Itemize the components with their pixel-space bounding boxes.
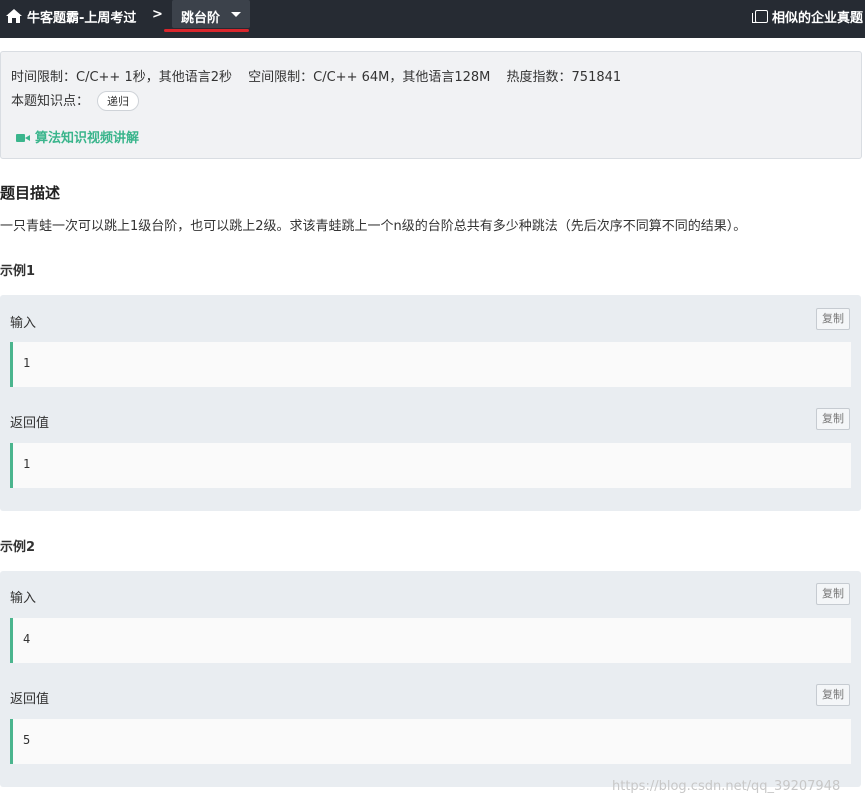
video-camera-icon [16,134,30,142]
chevron-right-icon: > [152,7,163,22]
example-1-panel: 输入 复制 1 返回值 复制 1 [0,295,861,511]
knowledge-points-label: 本题知识点： [11,94,90,109]
space-limit: 空间限制：C/C++ 64M，其他语言128M [248,70,491,85]
example-2-input-block: 4 [10,618,851,663]
example-1-input-block: 1 [10,342,851,387]
copy-button[interactable]: 复制 [816,408,850,430]
copy-button[interactable]: 复制 [816,684,850,706]
similar-questions-link[interactable]: 相似的企业真题 [751,7,863,26]
similar-questions-label: 相似的企业真题 [771,11,863,26]
watermark: https://blog.csdn.net/qq_39207948 [612,779,841,794]
knowledge-tag[interactable]: 递归 [97,91,140,111]
example-2-panel: 输入 复制 4 返回值 复制 5 [0,571,861,787]
video-link-label: 算法知识视频讲解 [35,131,140,146]
copy-button[interactable]: 复制 [816,308,850,330]
example-1-output-label: 返回值 [10,416,50,431]
example-2-output-label: 返回值 [10,692,50,707]
copy-pages-icon [751,10,768,23]
example-1-output-value: 1 [23,457,31,471]
copy-button[interactable]: 复制 [816,583,850,605]
example-2-output-block: 5 [10,719,851,764]
description-title: 题目描述 [0,184,61,202]
example-1-output-block: 1 [10,443,851,488]
caret-down-icon [231,12,241,17]
example-2-title: 示例2 [0,540,36,555]
knowledge-points-row: 本题知识点： 递归 [11,90,140,111]
example-1-input-value: 1 [23,356,31,370]
algorithm-video-link[interactable]: 算法知识视频讲解 [16,127,139,146]
time-limit: 时间限制：C/C++ 1秒，其他语言2秒 [11,70,232,85]
problem-info-box: 时间限制：C/C++ 1秒，其他语言2秒 空间限制：C/C++ 64M，其他语言… [0,51,862,159]
problem-dropdown[interactable]: 跳台阶 [172,0,250,28]
heat-index: 热度指数：751841 [506,70,622,85]
example-1-input-label: 输入 [10,316,37,331]
example-1-title: 示例1 [0,264,36,279]
limits-row: 时间限制：C/C++ 1秒，其他语言2秒 空间限制：C/C++ 64M，其他语言… [11,66,633,85]
top-nav: 牛客题霸-上周考过 > 跳台阶 相似的企业真题 [0,0,865,38]
breadcrumb-parent-link[interactable]: 牛客题霸-上周考过 [27,7,136,26]
example-2-input-label: 输入 [10,591,37,606]
red-underline-annotation [164,29,249,32]
example-2-input-value: 4 [23,632,31,646]
problem-title: 跳台阶 [181,11,221,26]
example-2-output-value: 5 [23,733,31,747]
description-text: 一只青蛙一次可以跳上1级台阶，也可以跳上2级。求该青蛙跳上一个n级的台阶总共有多… [0,219,747,234]
home-icon[interactable] [6,9,22,23]
